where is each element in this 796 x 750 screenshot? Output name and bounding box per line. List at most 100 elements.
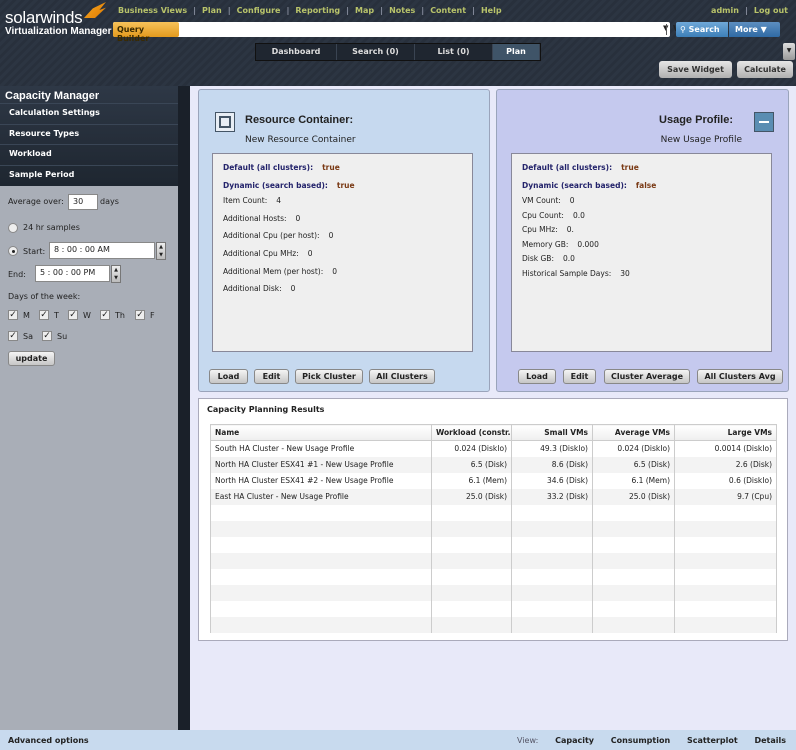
nav-reporting[interactable]: Reporting <box>295 6 340 15</box>
sidebar-item-workload[interactable]: Workload <box>0 144 178 165</box>
user-link[interactable]: admin <box>711 6 739 15</box>
column-header-workload[interactable]: Workload (constr. <box>431 424 512 441</box>
all-clusters-button[interactable]: All Clusters <box>369 369 435 384</box>
capacity-planning-results: Capacity Planning Results Name Workload … <box>198 398 788 641</box>
tab-dashboard[interactable]: Dashboard <box>256 44 337 60</box>
table-cell <box>674 552 777 569</box>
sidebar: Capacity Manager Calculation Settings Re… <box>0 86 178 730</box>
query-builder-button[interactable]: Query Builder <box>113 22 179 43</box>
calculate-button[interactable]: Calculate <box>737 61 793 78</box>
dynamic-label: Dynamic (search based): <box>223 181 328 190</box>
default-value: true <box>322 163 340 172</box>
table-row[interactable]: North HA Cluster ESX41 #1 - New Usage Pr… <box>210 456 777 473</box>
logout-link[interactable]: Log out <box>754 6 788 15</box>
search-icon: ⚲ <box>680 25 689 34</box>
radio-24hr-samples[interactable] <box>8 223 18 233</box>
table-cell <box>511 568 593 585</box>
table-cell <box>592 616 675 633</box>
sidebar-item-calculation-settings[interactable]: Calculation Settings <box>0 103 178 124</box>
table-cell: 0.6 (DiskIo) <box>674 472 777 489</box>
table-cell: 25.0 (Disk) <box>592 488 675 505</box>
table-cell: 49.3 (DiskIo) <box>511 440 593 457</box>
pick-cluster-button[interactable]: Pick Cluster <box>295 369 363 384</box>
column-header-average-vms[interactable]: Average VMs <box>592 424 675 441</box>
nav-help[interactable]: Help <box>481 6 502 15</box>
view-scatterplot-link[interactable]: Scatterplot <box>687 736 738 745</box>
checkbox-wednesday[interactable]: ✓ <box>68 310 78 320</box>
table-cell: North HA Cluster ESX41 #1 - New Usage Pr… <box>210 456 432 473</box>
tab-plan[interactable]: Plan <box>493 44 540 60</box>
nav-content[interactable]: Content <box>430 6 466 15</box>
checkbox-tuesday[interactable]: ✓ <box>39 310 49 320</box>
table-row[interactable]: South HA Cluster - New Usage Profile 0.02… <box>210 440 777 457</box>
usage-load-button[interactable]: Load <box>518 369 556 384</box>
table-cell <box>210 600 432 617</box>
table-cell <box>674 568 777 585</box>
resource-edit-button[interactable]: Edit <box>254 369 289 384</box>
update-button[interactable]: update <box>8 351 55 366</box>
field-label: Cpu MHz: <box>522 225 558 234</box>
table-cell <box>431 536 512 553</box>
table-cell <box>511 552 593 569</box>
empty-table-row <box>210 520 777 537</box>
nav-plan[interactable]: Plan <box>202 6 222 15</box>
checkbox-thursday[interactable]: ✓ <box>100 310 110 320</box>
search-button[interactable]: ⚲ Search <box>676 22 728 37</box>
resource-container-icon <box>215 112 235 132</box>
average-days-input[interactable]: 30 <box>68 194 98 210</box>
table-cell <box>592 536 675 553</box>
collapse-header-button[interactable]: ▼ <box>783 43 795 60</box>
view-consumption-link[interactable]: Consumption <box>611 736 670 745</box>
checkbox-monday[interactable]: ✓ <box>8 310 18 320</box>
usage-edit-button[interactable]: Edit <box>563 369 596 384</box>
all-clusters-avg-button[interactable]: All Clusters Avg <box>697 369 783 384</box>
resource-load-button[interactable]: Load <box>209 369 248 384</box>
sidebar-splitter[interactable] <box>178 86 190 730</box>
end-time-input[interactable]: 5 : 00 : 00 PM <box>35 265 110 282</box>
column-header-name[interactable]: Name <box>210 424 432 441</box>
table-cell <box>592 600 675 617</box>
field-value: 0 <box>332 267 338 276</box>
checkbox-sunday[interactable]: ✓ <box>42 331 52 341</box>
top-nav: Business Views | Plan | Configure | Reporti… <box>118 6 502 15</box>
checkbox-saturday[interactable]: ✓ <box>8 331 18 341</box>
samples-24hr-label: 24 hr samples <box>23 223 80 232</box>
field-value: 0.000 <box>577 240 599 249</box>
column-header-large-vms[interactable]: Large VMs <box>674 424 777 441</box>
footer-bar: Advanced options View: Capacity Consumpt… <box>0 730 796 750</box>
day-label: Sa <box>23 332 33 341</box>
cluster-average-button[interactable]: Cluster Average <box>604 369 690 384</box>
column-header-small-vms[interactable]: Small VMs <box>511 424 593 441</box>
start-time-input[interactable]: 8 : 00 : 00 AM <box>49 242 155 259</box>
start-time-spinner[interactable]: ▲ ▼ <box>156 242 166 260</box>
tab-search[interactable]: Search (0) <box>337 44 415 60</box>
table-cell: 0.0014 (DiskIo) <box>674 440 777 457</box>
advanced-options-link[interactable]: Advanced options <box>8 736 89 745</box>
query-input[interactable] <box>181 23 656 36</box>
checkbox-friday[interactable]: ✓ <box>135 310 145 320</box>
table-cell: 6.5 (Disk) <box>431 456 512 473</box>
table-row[interactable]: North HA Cluster ESX41 #2 - New Usage Pr… <box>210 472 777 489</box>
table-cell: 6.1 (Mem) <box>592 472 675 489</box>
table-row[interactable]: East HA Cluster - New Usage Profile 25.0 … <box>210 488 777 505</box>
field-label: Additional Disk: <box>223 284 282 293</box>
nav-notes[interactable]: Notes <box>389 6 415 15</box>
view-details-link[interactable]: Details <box>754 736 786 745</box>
field-label: Additional Hosts: <box>223 214 287 223</box>
tab-list[interactable]: List (0) <box>415 44 493 60</box>
save-widget-button[interactable]: Save Widget <box>659 61 732 78</box>
nav-map[interactable]: Map <box>355 6 374 15</box>
view-capacity-link[interactable]: Capacity <box>555 736 594 745</box>
nav-configure[interactable]: Configure <box>237 6 281 15</box>
radio-start-end[interactable] <box>8 246 18 256</box>
table-cell: 8.6 (Disk) <box>511 456 593 473</box>
table-cell <box>592 568 675 585</box>
table-cell <box>511 504 593 521</box>
sidebar-item-resource-types[interactable]: Resource Types <box>0 123 178 145</box>
day-label: F <box>150 311 155 320</box>
sidebar-item-sample-period[interactable]: Sample Period <box>0 164 178 186</box>
more-button[interactable]: More ▼ <box>729 22 780 37</box>
nav-business-views[interactable]: Business Views <box>118 6 187 15</box>
day-label: W <box>83 311 91 320</box>
end-time-spinner[interactable]: ▲ ▼ <box>111 265 121 283</box>
